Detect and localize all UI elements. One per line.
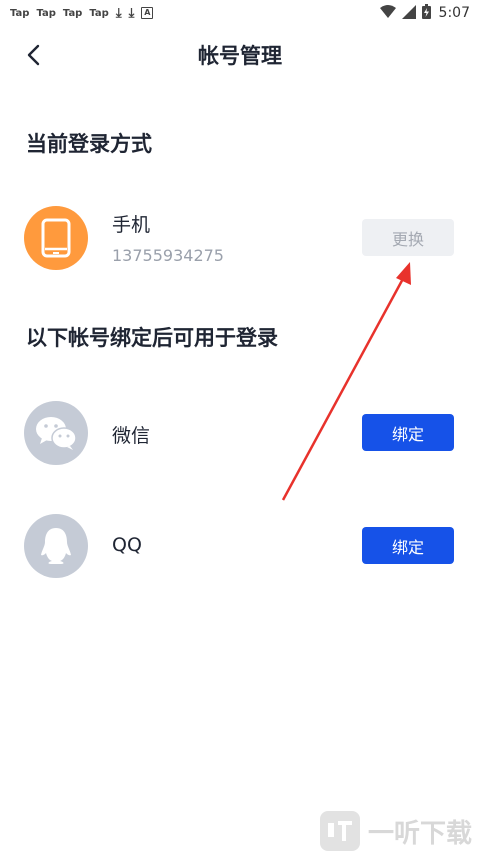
qq-avatar <box>24 514 88 578</box>
phone-avatar <box>24 206 88 270</box>
a-notification-icon: A <box>141 7 154 19</box>
watermark-logo-icon <box>319 811 360 851</box>
qq-icon <box>41 528 71 564</box>
phone-icon <box>41 218 71 258</box>
status-notifications: Tap Tap Tap Tap ⤓ ⤓ A <box>10 5 154 21</box>
qq-bind-row: QQ 绑定 <box>0 514 480 578</box>
wechat-bind-row: 微信 绑定 <box>0 401 480 465</box>
download-icon: ⤓ <box>115 5 122 21</box>
phone-number: 13755934275 <box>112 246 224 265</box>
tap-notification-icon: Tap <box>36 7 56 19</box>
wechat-icon <box>36 417 77 450</box>
download-icon: ⤓ <box>128 5 135 21</box>
status-time: 5:07 <box>438 5 470 21</box>
status-system: 5:07 <box>379 4 470 22</box>
current-login-title: 当前登录方式 <box>26 132 152 156</box>
phone-method-label: 手机 <box>112 214 151 236</box>
wechat-label: 微信 <box>112 425 151 447</box>
signal-icon <box>401 4 416 22</box>
qq-label: QQ <box>112 534 142 556</box>
bind-qq-button[interactable]: 绑定 <box>362 527 454 564</box>
phone-login-row: 手机 13755934275 更换 <box>0 206 480 270</box>
battery-icon <box>421 4 431 22</box>
page-title: 帐号管理 <box>198 44 282 68</box>
status-bar: Tap Tap Tap Tap ⤓ ⤓ A 5:07 <box>0 0 480 26</box>
top-bar: 帐号管理 <box>0 30 480 78</box>
tap-notification-icon: Tap <box>10 7 30 19</box>
watermark-text: 一听下载 <box>367 818 472 849</box>
bind-wechat-button[interactable]: 绑定 <box>362 414 454 451</box>
change-phone-button[interactable]: 更换 <box>362 219 454 256</box>
tap-notification-icon: Tap <box>62 7 83 19</box>
wifi-icon <box>379 4 396 22</box>
bind-section-title: 以下帐号绑定后可用于登录 <box>26 326 278 350</box>
watermark: 一听下载 <box>319 811 472 851</box>
wechat-avatar <box>24 401 88 465</box>
tap-notification-icon: Tap <box>89 7 109 19</box>
